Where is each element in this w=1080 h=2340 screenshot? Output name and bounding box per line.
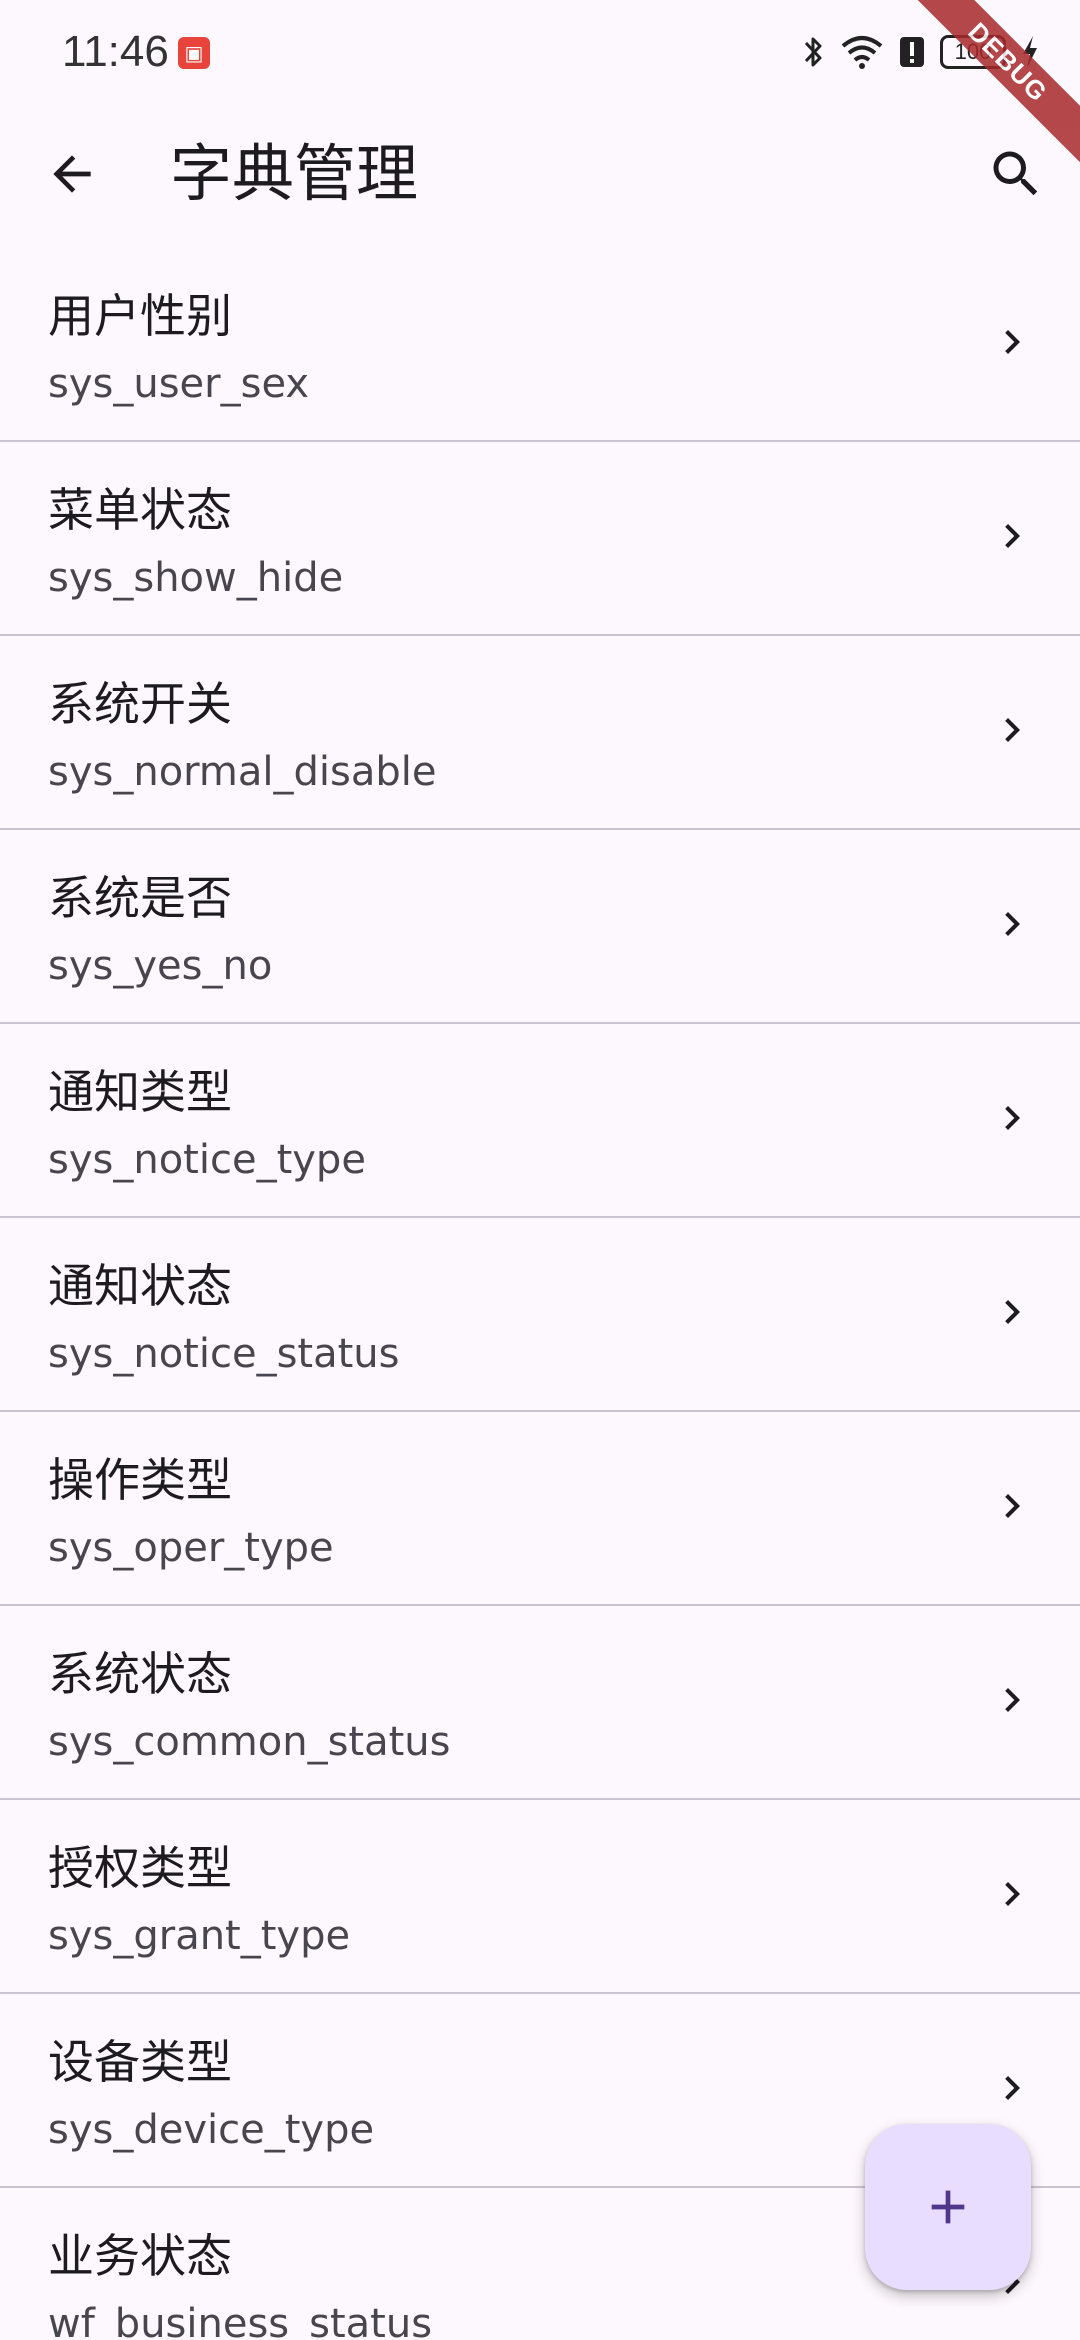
- chevron-right-icon: [1005, 718, 1020, 742]
- dict-type: sys_normal_disable: [48, 749, 437, 795]
- dict-name: 通知类型: [48, 1065, 232, 1119]
- bluetooth-icon: [804, 37, 822, 67]
- chevron-right-icon: [1005, 524, 1020, 548]
- dict-type: sys_yes_no: [48, 943, 273, 989]
- dict-type: wf_business_status: [48, 2301, 433, 2340]
- chevron-right-icon: [1005, 1688, 1020, 1712]
- dict-type: sys_device_type: [48, 2107, 375, 2153]
- status-time: 11:46: [62, 27, 169, 76]
- list-item[interactable]: 通知状态 sys_notice_status: [0, 1218, 1080, 1412]
- dict-name: 授权类型: [48, 1841, 232, 1895]
- add-dict-button[interactable]: [865, 2124, 1031, 2290]
- dict-name: 菜单状态: [48, 483, 232, 537]
- screen: 11:46 ▣ 100 DEBUG: [0, 0, 1080, 2340]
- alert-icon: [900, 37, 924, 67]
- list-item[interactable]: 菜单状态 sys_show_hide: [0, 442, 1080, 636]
- status-bar: 11:46 ▣ 100: [0, 0, 1080, 104]
- chevron-right-icon: [1005, 1300, 1020, 1324]
- dict-type: sys_show_hide: [48, 555, 344, 601]
- dict-type: sys_user_sex: [48, 361, 310, 407]
- list-item[interactable]: 用户性别 sys_user_sex: [0, 248, 1080, 442]
- list-item[interactable]: 操作类型 sys_oper_type: [0, 1412, 1080, 1606]
- add-icon: [931, 2190, 965, 2224]
- dict-name: 系统状态: [48, 1647, 232, 1701]
- dict-type: sys_common_status: [48, 1719, 451, 1765]
- chevron-right-icon: [1005, 1494, 1020, 1518]
- dict-type: sys_grant_type: [48, 1913, 351, 1959]
- dict-name: 通知状态: [48, 1259, 232, 1313]
- list-item[interactable]: 系统是否 sys_yes_no: [0, 830, 1080, 1024]
- list-item[interactable]: 通知类型 sys_notice_type: [0, 1024, 1080, 1218]
- wifi-icon: [841, 36, 883, 69]
- chevron-right-icon: [1005, 1882, 1020, 1906]
- chevron-right-icon: [1005, 330, 1020, 354]
- dict-type: sys_notice_status: [48, 1331, 400, 1377]
- dict-list: 用户性别 sys_user_sex 菜单状态 sys_show_hide 系统开…: [0, 248, 1080, 2340]
- chevron-right-icon: [1005, 1106, 1020, 1130]
- list-item[interactable]: 授权类型 sys_grant_type: [0, 1800, 1080, 1994]
- arrow-back-icon: [53, 155, 91, 193]
- back-button[interactable]: [32, 134, 112, 214]
- chevron-right-icon: [1005, 912, 1020, 936]
- page-title: 字典管理: [170, 137, 419, 210]
- dict-name: 用户性别: [48, 289, 232, 343]
- dict-name: 操作类型: [48, 1453, 232, 1507]
- list-item[interactable]: 系统开关 sys_normal_disable: [0, 636, 1080, 830]
- dict-type: sys_notice_type: [48, 1137, 366, 1183]
- dict-name: 系统是否: [48, 871, 232, 925]
- search-icon: [993, 151, 1038, 196]
- dict-name: 系统开关: [48, 677, 232, 731]
- chevron-right-icon: [1005, 2076, 1020, 2100]
- dict-type: sys_oper_type: [48, 1525, 334, 1571]
- app-bar: 字典管理: [0, 104, 1080, 244]
- dict-name: 设备类型: [48, 2035, 232, 2089]
- huawei-app-icon: ▣: [178, 37, 210, 69]
- list-item[interactable]: 系统状态 sys_common_status: [0, 1606, 1080, 1800]
- search-button[interactable]: [976, 134, 1056, 214]
- dict-name: 业务状态: [48, 2229, 232, 2283]
